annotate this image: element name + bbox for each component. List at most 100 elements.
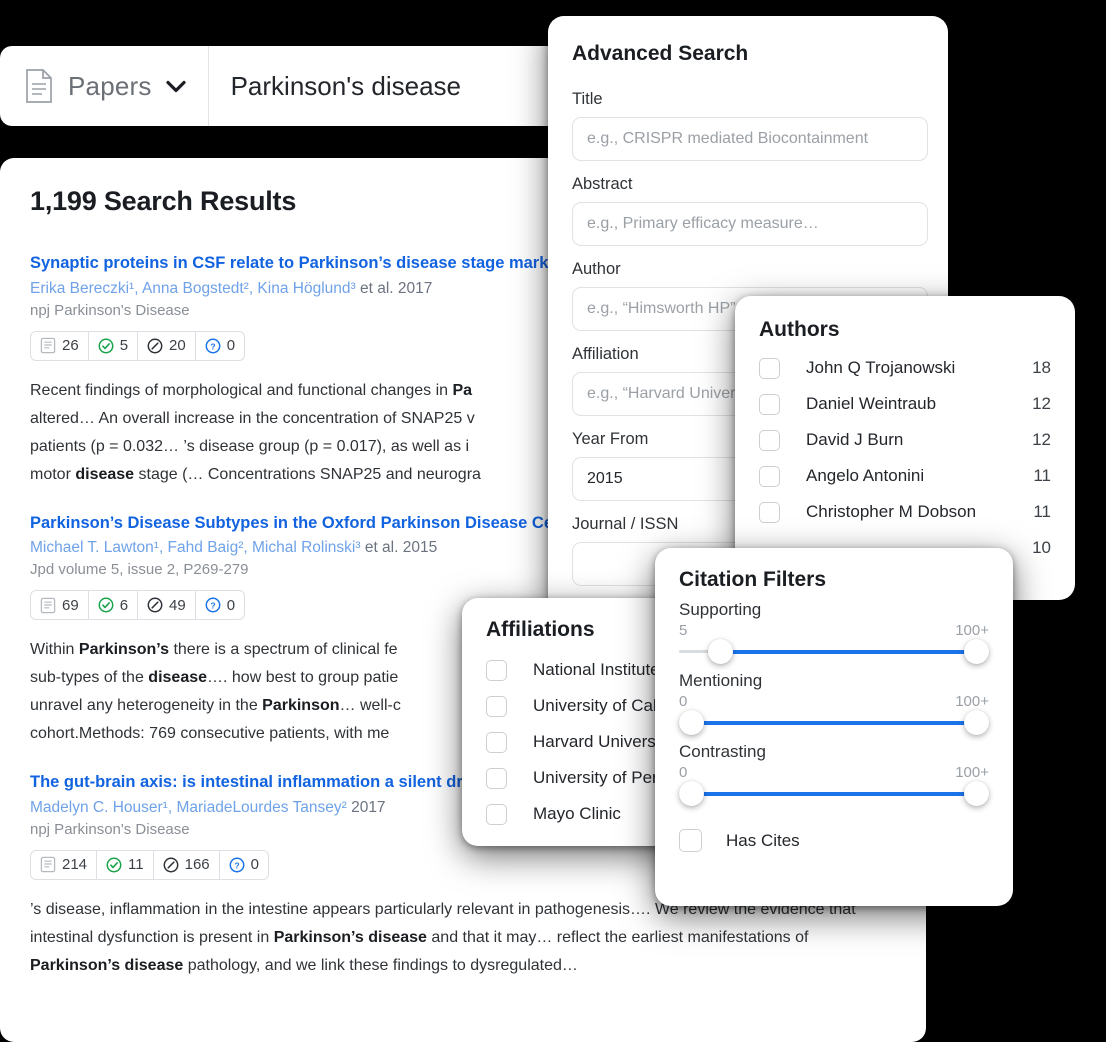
author-filter-row[interactable]: John Q Trojanowski 18 xyxy=(759,350,1051,386)
citation-slider: Contrasting 0 100+ xyxy=(679,742,989,807)
result-stats-bar: 214 11 166? 0 xyxy=(30,849,269,880)
author-checkbox[interactable] xyxy=(759,429,780,451)
affiliation-checkbox[interactable] xyxy=(486,767,507,789)
stat-slash-circle[interactable]: 20 xyxy=(138,331,196,360)
slider-track[interactable] xyxy=(679,710,989,736)
stat-slash-circle[interactable]: 49 xyxy=(138,591,196,620)
slider-knob-min[interactable] xyxy=(707,639,733,664)
stat-document[interactable]: 26 xyxy=(31,331,89,360)
document-icon xyxy=(40,856,56,873)
svg-text:?: ? xyxy=(210,341,215,351)
slider-min-value: 0 xyxy=(679,693,688,710)
svg-text:?: ? xyxy=(210,601,215,611)
has-cites-checkbox[interactable] xyxy=(679,829,702,852)
slider-knob-max[interactable] xyxy=(964,639,989,664)
author-filter-row[interactable]: Angelo Antonini 11 xyxy=(759,458,1051,494)
result-year: 2017 xyxy=(346,798,386,816)
slider-min-value: 5 xyxy=(679,622,688,639)
affiliation-checkbox[interactable] xyxy=(486,659,507,681)
stat-value: 0 xyxy=(226,596,236,614)
result-stats-bar: 69 6 49? 0 xyxy=(30,590,246,621)
slider-max-value: 100+ xyxy=(955,693,989,710)
slider-knob-min[interactable] xyxy=(679,781,704,806)
document-icon xyxy=(40,597,56,614)
advanced-search-heading: Advanced Search xyxy=(572,42,749,65)
author-filter-row[interactable]: Daniel Weintraub 12 xyxy=(759,386,1051,422)
authors-heading: Authors xyxy=(759,318,840,341)
stat-value: 69 xyxy=(62,596,79,614)
stat-check-circle[interactable]: 6 xyxy=(89,591,139,620)
document-icon xyxy=(40,337,56,354)
advanced-field-input-abstract[interactable]: e.g., Primary efficacy measure… xyxy=(572,202,928,246)
stat-question-circle[interactable]: ? 0 xyxy=(196,332,244,360)
citation-filters-heading: Citation Filters xyxy=(679,568,827,591)
author-count: 18 xyxy=(1032,358,1051,377)
citation-filters-panel: Citation Filters Supporting 5 100+ Mentioni… xyxy=(655,548,1013,906)
stat-value: 214 xyxy=(62,856,88,874)
author-filter-row[interactable]: David J Burn 12 xyxy=(759,422,1051,458)
affiliation-checkbox[interactable] xyxy=(486,695,507,717)
author-checkbox[interactable] xyxy=(759,465,780,487)
result-author-links[interactable]: Michael T. Lawton¹, Fahd Baig², Michal R… xyxy=(30,539,361,556)
citation-slider: Mentioning 0 100+ xyxy=(679,671,989,736)
stat-document[interactable]: 69 xyxy=(31,591,89,620)
stat-value: 166 xyxy=(184,856,210,874)
has-cites-label: Has Cites xyxy=(726,830,800,850)
stat-value: 26 xyxy=(62,337,79,355)
stat-value: 11 xyxy=(128,856,144,874)
question-circle-icon: ? xyxy=(229,857,245,873)
advanced-field-label: Title xyxy=(572,90,603,108)
stat-value: 6 xyxy=(119,596,129,614)
has-cites-row[interactable]: Has Cites xyxy=(679,829,989,852)
affiliation-name: Mayo Clinic xyxy=(533,804,621,823)
stat-question-circle[interactable]: ? 0 xyxy=(220,851,268,879)
check-circle-icon xyxy=(106,857,122,873)
stat-check-circle[interactable]: 11 xyxy=(97,850,154,879)
affiliation-checkbox[interactable] xyxy=(486,731,507,753)
slash-circle-icon xyxy=(147,597,163,613)
author-filter-row[interactable]: Christopher M Dobson 11 xyxy=(759,494,1051,530)
author-count: 12 xyxy=(1032,430,1051,449)
advanced-field-label: Abstract xyxy=(572,175,633,193)
stat-value: 49 xyxy=(169,596,186,614)
slider-knob-min[interactable] xyxy=(679,710,704,735)
stat-value: 0 xyxy=(250,856,259,874)
author-name: David J Burn xyxy=(806,430,904,449)
slash-circle-icon xyxy=(163,857,179,873)
slider-label: Supporting xyxy=(679,600,762,619)
author-checkbox[interactable] xyxy=(759,393,780,415)
author-count: 11 xyxy=(1033,466,1051,485)
svg-text:?: ? xyxy=(234,860,239,870)
result-author-links[interactable]: Erika Bereczki¹, Anna Bogstedt², Kina Hö… xyxy=(30,280,356,297)
slider-track[interactable] xyxy=(679,781,989,807)
author-checkbox[interactable] xyxy=(759,357,780,379)
slider-track[interactable] xyxy=(679,639,989,665)
slash-circle-icon xyxy=(147,338,163,354)
slider-knob-max[interactable] xyxy=(964,710,989,735)
stat-check-circle[interactable]: 5 xyxy=(89,331,139,360)
check-circle-icon xyxy=(98,597,114,613)
stat-question-circle[interactable]: ? 0 xyxy=(196,591,244,619)
author-name: Angelo Antonini xyxy=(806,466,925,485)
stat-value: 5 xyxy=(119,337,129,355)
slider-min-value: 0 xyxy=(679,764,688,781)
affiliation-checkbox[interactable] xyxy=(486,803,507,825)
result-year: et al. 2017 xyxy=(355,279,433,297)
search-type-label: Papers xyxy=(68,70,152,101)
slider-track-active xyxy=(720,650,977,654)
result-author-links[interactable]: Madelyn C. Houser¹, MariadeLourdes Tanse… xyxy=(30,799,347,816)
result-abstract-snippet: ’s disease, inflammation in the intestin… xyxy=(30,900,856,974)
check-circle-icon xyxy=(98,338,114,354)
author-checkbox[interactable] xyxy=(759,501,780,523)
slider-knob-max[interactable] xyxy=(964,781,989,806)
slider-track-active xyxy=(691,792,977,796)
advanced-field-input-title[interactable]: e.g., CRISPR mediated Biocontainment xyxy=(572,117,928,161)
stat-slash-circle[interactable]: 166 xyxy=(154,850,220,879)
search-type-selector[interactable]: Papers xyxy=(0,46,209,126)
citation-slider: Supporting 5 100+ xyxy=(679,600,989,665)
question-circle-icon: ? xyxy=(205,338,221,354)
authors-list: John Q Trojanowski 18 Daniel Weintraub 12 Da… xyxy=(759,350,1051,566)
stat-document[interactable]: 214 xyxy=(31,850,98,879)
affiliation-name: Harvard University xyxy=(533,732,673,751)
advanced-field-label: Author xyxy=(572,260,621,278)
